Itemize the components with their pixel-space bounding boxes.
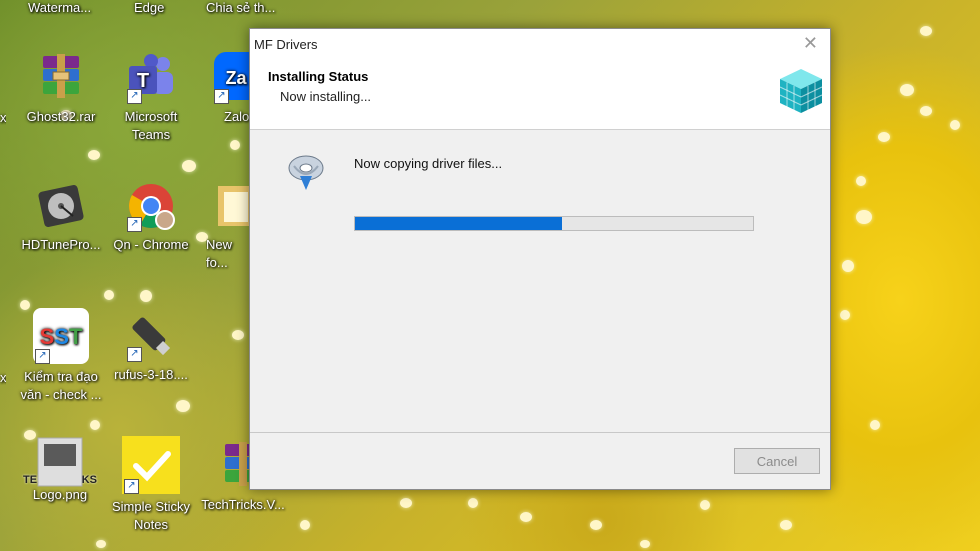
status-message: Now copying driver files... <box>354 156 503 171</box>
header-subtitle: Now installing... <box>280 89 372 104</box>
installer-cube-icon <box>778 67 824 115</box>
desktop-label-share[interactable]: Chia sẻ th... <box>206 0 275 15</box>
desktop-icon-label: TechTricks.V... <box>201 497 285 512</box>
dialog-title: MF Drivers <box>254 37 318 52</box>
desktop-icon-label: Qn - Chrome <box>113 237 189 252</box>
desktop-icon-sticky-notes[interactable]: ↗ Simple Sticky Notes <box>106 436 196 534</box>
desktop-icon-teams[interactable]: T ↗ Microsoft Teams <box>106 52 196 144</box>
dialog-footer: Cancel <box>250 432 830 489</box>
svg-text:SST: SST <box>40 324 83 349</box>
header-title: Installing Status <box>268 69 369 84</box>
desktop-icon-label: Microsoft Teams <box>124 109 178 142</box>
chrome-icon: ↗ <box>125 180 177 232</box>
desktop-icon-hdtune[interactable]: HDTunePro... <box>16 180 106 254</box>
shortcut-arrow-icon: ↗ <box>127 217 142 232</box>
desktop-label-watermark[interactable]: Waterma... <box>28 0 91 15</box>
zalo-icon: Za ↗ <box>212 52 250 104</box>
desktop-icon-chrome[interactable]: ↗ Qn - Chrome <box>106 180 196 254</box>
shortcut-arrow-icon: ↗ <box>127 347 142 362</box>
desktop-label-cut: x <box>0 110 6 125</box>
dialog-titlebar[interactable]: MF Drivers ✕ <box>250 29 830 61</box>
desktop-icon-rufus[interactable]: ↗ rufus-3-18.... <box>106 310 196 384</box>
desktop-label-cut-2: x <box>0 370 6 385</box>
shortcut-arrow-icon: ↗ <box>127 89 142 104</box>
folder-icon <box>214 180 250 232</box>
image-file-icon <box>34 436 86 488</box>
desktop-icon-label: rufus-3-18.... <box>114 367 188 382</box>
desktop-icon-label: HDTunePro... <box>21 237 101 252</box>
desktop-icon-sst[interactable]: SST ↗ Kiểm tra đạo văn - check ... <box>14 308 108 404</box>
desktop-icon-logo[interactable]: TECH TRICKS Logo.png <box>14 436 106 504</box>
sst-icon: SST ↗ <box>33 308 89 364</box>
winrar-archive-icon <box>35 52 87 104</box>
desktop-icon-zalo[interactable]: Za ↗ Zalo <box>206 52 250 126</box>
progress-bar <box>354 216 754 231</box>
desktop-label-edge[interactable]: Edge <box>134 0 164 15</box>
cancel-button[interactable]: Cancel <box>734 448 820 474</box>
sticky-notes-icon: ↗ <box>122 436 180 494</box>
teams-icon: T ↗ <box>125 52 177 104</box>
desktop-icon-ghost32[interactable]: Ghost32.rar <box>16 52 106 126</box>
desktop-icon-label: Kiểm tra đạo văn - check ... <box>20 369 102 402</box>
dialog-header: Installing Status Now installing... <box>250 61 830 130</box>
desktop-icon-label: Simple Sticky Notes <box>111 499 191 532</box>
install-disc-icon <box>286 152 326 194</box>
hard-disk-icon <box>35 180 87 232</box>
svg-text:Za: Za <box>225 68 247 88</box>
desktop-icon-label: Zalo <box>224 109 250 124</box>
shortcut-arrow-icon: ↗ <box>35 349 50 364</box>
dialog-content: Now copying driver files... <box>250 130 830 430</box>
mf-drivers-dialog: MF Drivers ✕ Installing Status Now insta… <box>249 28 831 490</box>
desktop-icon-label: Logo.png <box>32 487 88 502</box>
close-icon[interactable]: ✕ <box>803 33 818 54</box>
desktop-icon-new-folder[interactable]: New fo... <box>206 180 250 272</box>
shortcut-arrow-icon: ↗ <box>124 479 139 494</box>
desktop-icon-label: New fo... <box>206 237 233 270</box>
progress-fill <box>355 217 562 230</box>
shortcut-arrow-icon: ↗ <box>214 89 229 104</box>
usb-drive-icon: ↗ <box>125 310 177 362</box>
desktop-icon-label: Ghost32.rar <box>26 109 96 124</box>
